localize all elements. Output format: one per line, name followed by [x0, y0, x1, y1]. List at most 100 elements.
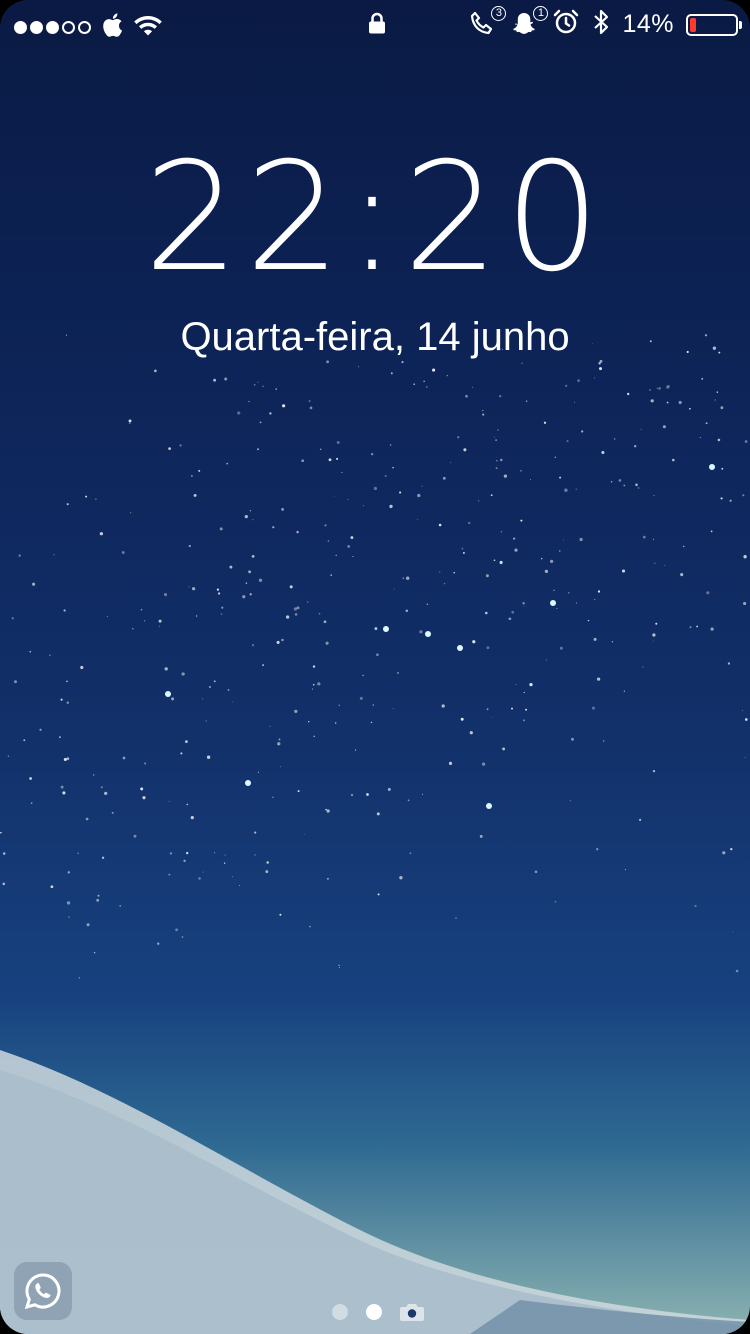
- star: [242, 595, 246, 599]
- star: [7, 755, 10, 757]
- star: [96, 898, 100, 902]
- star: [324, 524, 327, 527]
- star: [744, 756, 746, 758]
- star: [714, 399, 716, 401]
- star: [613, 438, 616, 440]
- star: [443, 582, 446, 585]
- star: [579, 537, 583, 542]
- star: [309, 925, 311, 928]
- bright-star: [550, 600, 556, 606]
- star: [477, 500, 480, 502]
- star: [323, 620, 327, 624]
- star: [257, 448, 259, 451]
- star: [202, 698, 204, 700]
- star: [171, 697, 175, 701]
- star: [132, 627, 134, 630]
- star: [140, 608, 143, 611]
- star: [485, 574, 489, 578]
- bluetooth-icon: [592, 8, 610, 41]
- bright-star: [425, 631, 431, 637]
- star: [158, 625, 160, 627]
- star: [596, 677, 601, 681]
- star: [543, 421, 547, 424]
- star: [563, 539, 565, 541]
- star: [743, 555, 747, 559]
- star: [491, 716, 493, 718]
- lock-screen-clock: 22:20: [143, 131, 607, 305]
- star: [251, 644, 255, 647]
- star: [672, 458, 675, 462]
- star: [497, 429, 499, 431]
- star: [144, 762, 147, 765]
- star: [581, 430, 584, 433]
- star: [122, 756, 126, 760]
- star: [417, 519, 419, 521]
- star: [732, 931, 734, 933]
- phone-icon: 3: [468, 5, 507, 40]
- star: [205, 720, 207, 722]
- star: [336, 441, 340, 444]
- page-dot-active[interactable]: [366, 1304, 382, 1320]
- star: [656, 387, 659, 389]
- star: [63, 609, 66, 612]
- star: [432, 368, 436, 372]
- star: [486, 646, 490, 650]
- star: [566, 440, 569, 443]
- star: [621, 569, 626, 573]
- star: [279, 913, 282, 916]
- star: [179, 444, 182, 447]
- star: [392, 466, 394, 469]
- star: [248, 400, 250, 403]
- whatsapp-icon[interactable]: [14, 1262, 72, 1320]
- signal-dot: [62, 21, 75, 34]
- star: [721, 467, 724, 470]
- star: [376, 653, 379, 657]
- star: [229, 565, 233, 569]
- star: [307, 601, 309, 603]
- star: [232, 701, 234, 703]
- star: [390, 372, 393, 375]
- star: [224, 854, 226, 856]
- star: [104, 791, 108, 796]
- star: [409, 852, 412, 855]
- star: [206, 755, 211, 759]
- star: [611, 641, 614, 643]
- star: [482, 409, 484, 412]
- star: [350, 536, 354, 540]
- star: [347, 499, 349, 500]
- star: [521, 362, 523, 364]
- camera-icon[interactable]: [400, 1303, 424, 1321]
- star: [513, 537, 516, 540]
- star: [511, 610, 515, 614]
- star: [730, 847, 733, 851]
- star: [121, 551, 125, 554]
- star: [387, 787, 391, 791]
- star: [326, 809, 330, 813]
- signal-dot: [78, 21, 91, 34]
- star: [186, 851, 189, 855]
- star: [29, 650, 32, 653]
- wifi-icon: [133, 13, 163, 42]
- star: [402, 577, 405, 580]
- star: [0, 831, 2, 834]
- star: [294, 709, 298, 714]
- star: [350, 793, 354, 797]
- star: [634, 445, 637, 448]
- star: [564, 488, 568, 492]
- star: [710, 530, 713, 533]
- star: [338, 964, 340, 967]
- page-dot[interactable]: [332, 1304, 348, 1320]
- star: [623, 484, 626, 487]
- star: [652, 769, 656, 773]
- star: [727, 662, 730, 665]
- star: [534, 870, 538, 874]
- star: [262, 385, 264, 387]
- star: [244, 514, 248, 519]
- star: [106, 615, 109, 618]
- star: [221, 606, 224, 609]
- bright-star: [383, 626, 389, 632]
- star: [181, 936, 184, 938]
- star: [499, 560, 503, 565]
- star: [699, 436, 701, 439]
- star: [405, 609, 409, 613]
